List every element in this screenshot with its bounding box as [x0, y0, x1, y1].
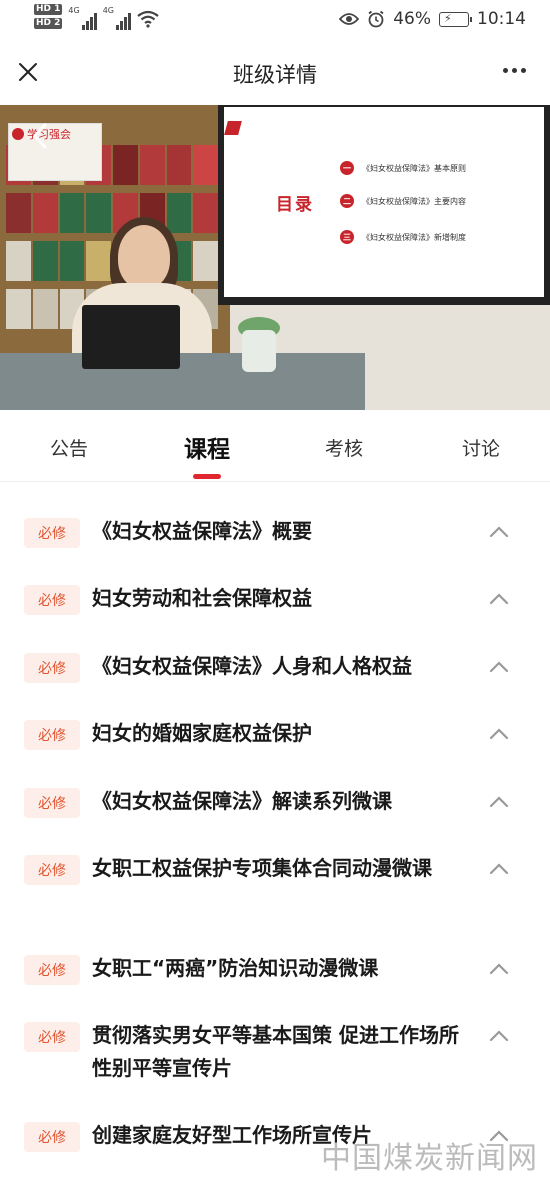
tab-discussion[interactable]: 讨论 — [426, 434, 536, 461]
toc-item: 一 《妇女权益保障法》基本原则 — [340, 161, 530, 175]
sim-indicators: HD 1 HD 2 — [34, 4, 63, 29]
status-right: 46% ⚡ 10:14 — [339, 9, 526, 29]
tab-assessment[interactable]: 考核 — [289, 434, 399, 461]
presenter-face — [118, 225, 170, 289]
required-badge: 必修 — [24, 585, 80, 615]
chevron-up-icon[interactable] — [488, 521, 510, 543]
chevron-up-icon[interactable] — [488, 656, 510, 678]
toc-item: 二 《妇女权益保障法》主要内容 — [340, 194, 530, 208]
network-type-2: 4G — [102, 6, 114, 15]
course-title: 女职工“两癌”防治知识动漫微课 — [92, 956, 379, 980]
back-icon[interactable] — [32, 123, 48, 149]
toc-number: 三 — [340, 230, 354, 244]
app-header: 班级详情 — [0, 40, 550, 105]
toc-text: 《妇女权益保障法》主要内容 — [362, 196, 466, 206]
battery-percent: 46% — [393, 9, 431, 29]
tab-courses[interactable]: 课程 — [152, 430, 262, 464]
sim2-badge: HD 2 — [34, 18, 63, 29]
required-badge: 必修 — [24, 955, 80, 985]
course-title: 《妇女权益保障法》概要 — [92, 519, 312, 543]
tab-announcement[interactable]: 公告 — [14, 434, 124, 461]
course-title: 《妇女权益保障法》人身和人格权益 — [92, 654, 412, 678]
chevron-up-icon[interactable] — [488, 588, 510, 610]
chevron-up-icon[interactable] — [488, 1025, 510, 1047]
course-title: 妇女劳动和社会保障权益 — [92, 586, 312, 610]
required-badge: 必修 — [24, 720, 80, 750]
sim1-badge: HD 1 — [34, 4, 63, 15]
required-badge: 必修 — [24, 518, 80, 548]
course-title: 贯彻落实男女平等基本国策 促进工作场所性别平等宣传片 — [92, 1023, 459, 1080]
alarm-icon — [368, 10, 384, 28]
slide-title: 目录 — [276, 195, 314, 215]
required-badge: 必修 — [24, 1022, 80, 1052]
required-badge: 必修 — [24, 855, 80, 885]
required-badge: 必修 — [24, 788, 80, 818]
toc-number: 一 — [340, 161, 354, 175]
chevron-up-icon[interactable] — [488, 723, 510, 745]
more-dot — [521, 68, 526, 73]
watermark: 中国煤炭新闻网 — [321, 1141, 538, 1176]
toc-item: 三 《妇女权益保障法》新增制度 — [340, 230, 530, 244]
required-badge: 必修 — [24, 653, 80, 683]
toc-text: 《妇女权益保障法》新增制度 — [362, 232, 466, 242]
chevron-up-icon[interactable] — [488, 958, 510, 980]
required-badge: 必修 — [24, 1122, 80, 1152]
logo-mark — [12, 128, 24, 140]
wifi-icon — [137, 10, 159, 28]
page-title: 班级详情 — [233, 63, 317, 87]
toc-text: 《妇女权益保障法》基本原则 — [362, 163, 466, 173]
desk — [0, 353, 365, 410]
signal-icon-2: 4G — [103, 6, 131, 30]
course-title: 妇女的婚姻家庭权益保护 — [92, 721, 312, 745]
battery-icon: ⚡ — [439, 11, 472, 27]
plant-pot — [242, 330, 276, 372]
status-left: HD 1 HD 2 4G 4G — [34, 4, 159, 30]
clock: 10:14 — [477, 9, 526, 29]
favorite-heart-icon[interactable] — [498, 125, 526, 151]
laptop — [82, 305, 180, 369]
more-dot — [503, 68, 508, 73]
course-title: 《妇女权益保障法》解读系列微课 — [92, 789, 392, 813]
chevron-up-icon[interactable] — [488, 858, 510, 880]
toc-number: 二 — [340, 194, 354, 208]
shelf-row — [6, 193, 218, 233]
course-title: 女职工权益保护专项集体合同动漫微课 — [92, 856, 432, 880]
status-bar: HD 1 HD 2 4G 4G 46% ⚡ 10:14 — [0, 0, 550, 40]
signal-icon-1: 4G — [68, 6, 97, 30]
more-dot — [512, 68, 517, 73]
video-player[interactable]: 学习强会 目录 一 《妇女权益保障法》基本原则 二 《妇女权益保障法》主要内容 … — [0, 105, 550, 410]
more-button[interactable] — [503, 68, 526, 73]
chevron-up-icon[interactable] — [488, 791, 510, 813]
tab-bar: 公告 课程 考核 讨论 — [0, 410, 550, 482]
network-type-1: 4G — [68, 6, 80, 15]
eye-icon — [339, 13, 360, 25]
active-tab-indicator — [193, 474, 221, 479]
